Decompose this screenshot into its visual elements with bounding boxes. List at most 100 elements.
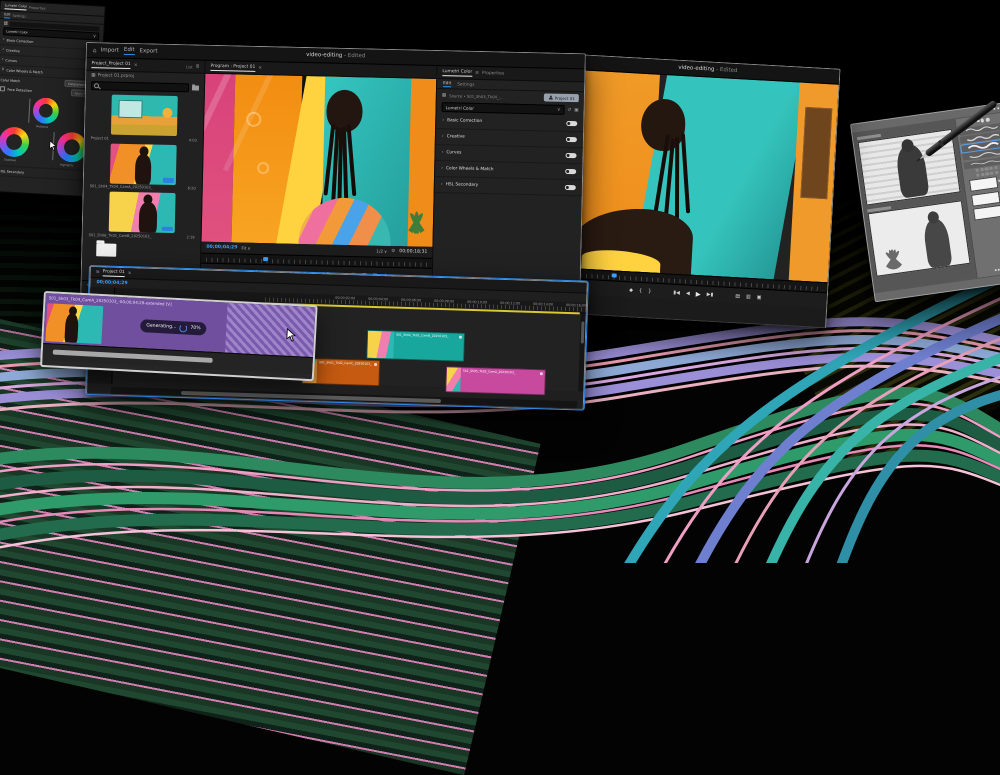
close-icon[interactable]: × [258, 65, 262, 70]
storyboard-window [850, 103, 1000, 303]
midtones-wheel[interactable] [32, 97, 59, 124]
window-shape [118, 100, 143, 119]
chevron-down-icon: ∨ [557, 107, 560, 112]
tab-program[interactable]: Program : Project 01 [210, 63, 255, 71]
generative-extend-clip-callout: S01_Sh03_Tk04_CamA_20250103_-00;00;04;29… [40, 291, 318, 381]
timeline-clip-teal[interactable]: S01_Sh02_Tk01_CamB_20250103_ [366, 330, 465, 362]
toggle-basic-correction[interactable] [566, 121, 577, 127]
section-hsl-secondary[interactable]: HSL Secondary [446, 182, 479, 188]
clip-thumbnail [110, 143, 177, 184]
tab-project[interactable]: Project_Project 01 [91, 61, 130, 69]
face-detection-checkbox[interactable] [0, 86, 6, 92]
mark-in-button[interactable]: { [639, 287, 643, 293]
subtab-settings[interactable]: Settings [12, 13, 26, 18]
brush-size-icon[interactable] [981, 119, 985, 123]
list-view-label[interactable]: List [186, 64, 193, 69]
subject-jacket [298, 197, 391, 247]
fx-badge [459, 336, 462, 339]
clip-thumbnail [367, 331, 394, 359]
section-creative[interactable]: Creative [447, 134, 465, 139]
chevron-right-icon: › [2, 57, 4, 62]
subtab-edit[interactable]: Edit [443, 80, 451, 87]
playback-resolution-dropdown[interactable]: 1/2 ∨ [376, 249, 387, 254]
export-frame-button[interactable]: ▣ [757, 294, 762, 300]
clip-duration: 2:19 [186, 235, 194, 239]
project-filename: Project 01.prproj [98, 73, 135, 79]
section-color-wheels[interactable]: Color Wheels & Match [446, 166, 494, 172]
menu-icon[interactable]: ≡ [475, 70, 479, 75]
source-target-button[interactable]: Project 01 [544, 93, 579, 102]
chevron-down-icon: ∨ [93, 34, 97, 39]
source-label: Source • S01_Sh03_Tk04_… [449, 93, 503, 99]
midtones-slider[interactable] [28, 99, 30, 123]
vertical-scrollbar[interactable] [578, 313, 585, 391]
subject-body [64, 313, 79, 344]
chevron-right-icon: › [2, 47, 4, 52]
layer-thumbnail[interactable] [973, 205, 1000, 221]
project-item[interactable]: Project 01 4:03 [91, 94, 198, 142]
tab-properties[interactable]: Properties [482, 70, 504, 76]
lift-button[interactable]: ▤ [735, 293, 740, 299]
prev-edit-button[interactable]: ◀ [686, 290, 690, 296]
section-curves[interactable]: Curves [5, 58, 17, 63]
clip-icon: ▦ [442, 93, 446, 98]
chevron-down-icon: ∨ [384, 249, 387, 254]
ruler-label: 00;00;08;00 [434, 299, 454, 304]
extract-button[interactable]: ▥ [746, 293, 751, 299]
backdrop-window [801, 107, 832, 199]
section-color-wheels[interactable]: Color Wheels & Match [6, 68, 43, 74]
bin-folder[interactable] [96, 243, 116, 256]
step-back-button[interactable]: ▮◀ [673, 289, 680, 295]
layer-thumbnail[interactable] [971, 191, 1000, 207]
tab-lumetri-color[interactable]: Lumetri Color [5, 3, 28, 10]
tab-properties[interactable]: Properties [29, 5, 46, 10]
program-timecode: 00;00;04;29 [206, 245, 237, 251]
program-monitor: Program : Project 01 × [200, 61, 437, 300]
subject-body [135, 154, 152, 185]
list-icon: ≣ [196, 64, 200, 69]
clip-label: S01_Sh02_Tk01_CamB_20250103_ [393, 332, 450, 361]
section-curves[interactable]: Curves [446, 150, 461, 155]
clip-icon: ▦ [4, 21, 9, 26]
playhead-marker[interactable] [612, 273, 617, 278]
sidebar-footer-icons[interactable] [979, 263, 1000, 275]
chevron-down-icon: ∨ [1, 67, 5, 72]
subtab-settings[interactable]: Settings [457, 81, 474, 86]
folder-icon[interactable] [192, 85, 199, 90]
export-frame-icon[interactable]: ▣ [574, 108, 578, 113]
close-icon[interactable]: × [134, 63, 138, 68]
playhead-marker[interactable] [263, 257, 268, 262]
play-button[interactable]: ▶ [696, 290, 701, 298]
toggle-creative[interactable] [566, 137, 577, 143]
shadows-wheel[interactable] [0, 126, 30, 158]
face-detection-label: Face Detection [7, 87, 32, 92]
section-hsl-secondary[interactable]: HSL Secondary [0, 169, 24, 174]
close-icon[interactable]: × [128, 271, 132, 276]
project-item[interactable]: S01_Sh06_Tk01_CamB_20250103_ 2:19 [89, 191, 196, 239]
clip-name: S01_Sh04_Tk04_CamA_20250103_ [90, 184, 186, 190]
storyboard-frame-2[interactable] [868, 200, 971, 277]
search-input[interactable] [91, 81, 189, 92]
layer-thumbnail[interactable] [969, 176, 998, 192]
toggle-hsl-secondary[interactable] [565, 185, 576, 191]
braid [675, 137, 679, 225]
tab-lumetri-color[interactable]: Lumetri Color [442, 69, 472, 77]
thumbnail-badge [163, 178, 174, 183]
section-basic-correction[interactable]: Basic Correction [7, 38, 34, 43]
project-item[interactable]: S01_Sh04_Tk04_CamA_20250103_ 6:20 [90, 143, 197, 191]
settings-icon[interactable]: ⚙ [391, 249, 395, 254]
toggle-color-wheels[interactable] [565, 169, 576, 175]
next-edit-button[interactable]: ▶▮ [707, 291, 714, 297]
toggle-curves[interactable] [565, 153, 576, 159]
section-basic-correction[interactable]: Basic Correction [447, 118, 482, 124]
mark-out-button[interactable]: } [648, 288, 652, 294]
reset-icon[interactable]: ↺ [567, 107, 571, 112]
fit-dropdown[interactable]: Fit ∨ [241, 246, 250, 251]
menu-icon[interactable]: ≡ [96, 270, 100, 275]
section-creative[interactable]: Creative [6, 48, 20, 53]
tab-timeline[interactable]: Project 01 [103, 269, 125, 277]
brush-size-icon[interactable] [985, 118, 989, 122]
subtab-edit[interactable]: Edit [4, 12, 11, 18]
marker-button[interactable]: ◆ [629, 287, 633, 293]
timeline-clip-magenta[interactable]: S01_Sh05_Tk02_CamA_20250103_ [445, 366, 546, 395]
